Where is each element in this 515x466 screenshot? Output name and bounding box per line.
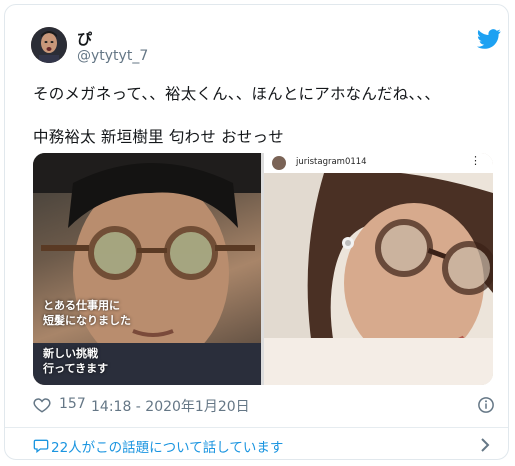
ig-avatar — [272, 156, 286, 170]
media-caption-1: とある仕事用に 短髪になりました — [43, 299, 131, 327]
speech-bubble-icon — [33, 439, 49, 453]
timestamp[interactable]: 14:18 - 2020年1月20日 — [91, 396, 250, 416]
conversation-link[interactable]: 22人がこの話題について話しています — [33, 435, 495, 456]
tweet-header: ぴ @ytytyt_7 — [31, 27, 501, 71]
chevron-right-icon[interactable] — [479, 437, 491, 453]
tweet-card: ぴ @ytytyt_7 そのメガネって、、裕太くん、、ほんとにアホなんだね、、、… — [4, 4, 509, 460]
tweet-text-line-1: そのメガネって、、裕太くん、、ほんとにアホなんだね、、、 — [33, 85, 441, 103]
heart-icon[interactable] — [33, 396, 51, 414]
photo-right[interactable]: juristagram0114 ⋮ — [264, 153, 493, 385]
avatar[interactable] — [31, 27, 67, 63]
instagram-header: juristagram0114 ⋮ — [264, 153, 493, 173]
divider — [5, 427, 508, 428]
tweet-media[interactable]: とある仕事用に 短髪になりました 新しい挑戦 行ってきます juristagra… — [33, 153, 493, 385]
tweet-meta: 157 14:18 - 2020年1月20日 — [33, 395, 495, 415]
conversation-text[interactable]: 22人がこの話題について話しています — [51, 436, 283, 456]
user-handle[interactable]: @ytytyt_7 — [77, 48, 148, 64]
display-name[interactable]: ぴ — [77, 28, 92, 49]
photo-left[interactable]: とある仕事用に 短髪になりました 新しい挑戦 行ってきます — [33, 153, 261, 385]
like-count[interactable]: 157 — [59, 396, 86, 412]
twitter-bird-icon[interactable] — [477, 29, 501, 49]
tweet-text-line-2: 中務裕太 新垣樹里 匂わせ おせっせ — [33, 128, 284, 146]
more-icon: ⋮ — [470, 154, 481, 167]
media-caption-2: 新しい挑戦 行ってきます — [43, 347, 109, 375]
info-icon[interactable] — [477, 396, 495, 414]
ig-username: juristagram0114 — [296, 157, 367, 167]
